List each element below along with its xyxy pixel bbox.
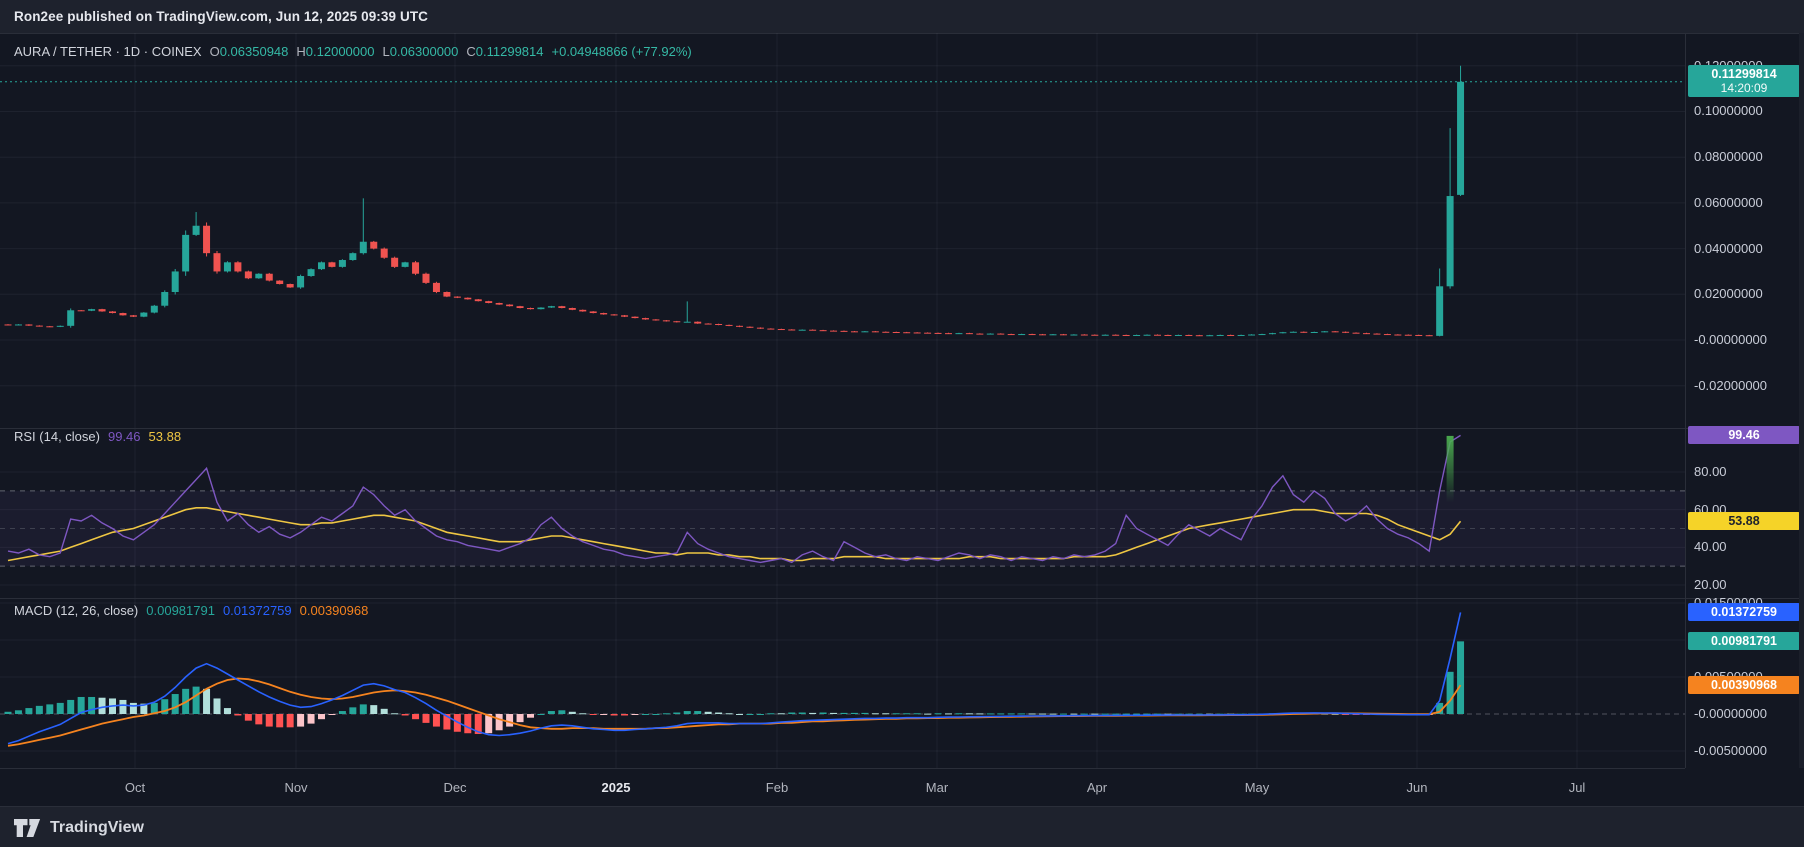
- symbol-title: AURA / TETHER · 1D · COINEX: [14, 44, 202, 59]
- axis-label: -0.00000000: [1694, 332, 1767, 348]
- rsi-indicator-plot[interactable]: [0, 428, 1685, 598]
- right-edge-strip: [1799, 33, 1804, 768]
- rsi-ma-legend-value: 53.88: [149, 429, 182, 444]
- tradingview-link[interactable]: TradingView: [14, 818, 144, 838]
- footer-bar: TradingView: [0, 806, 1804, 847]
- time-axis-month-label: Jun: [1407, 780, 1428, 795]
- time-axis-month-label: Apr: [1087, 780, 1107, 795]
- publish-header-text: Ron2ee published on TradingView.com, Jun…: [14, 9, 428, 24]
- axis-label: 0.10000000: [1694, 103, 1763, 119]
- time-axis-month-label: Mar: [926, 780, 948, 795]
- axis-label: 40.00: [1694, 539, 1727, 555]
- tradingview-brand-text: TradingView: [50, 819, 144, 837]
- rsi-legend-title: RSI (14, close): [14, 429, 100, 444]
- macd-signal-badge: 0.00390968: [1688, 676, 1800, 694]
- axis-label: -0.00500000: [1694, 743, 1767, 759]
- pane-divider[interactable]: [0, 428, 1804, 429]
- rsi-legend: RSI (14, close) 99.46 53.88: [14, 429, 181, 444]
- ohlc-high: H0.12000000: [296, 44, 374, 59]
- time-axis-month-label: Dec: [443, 780, 466, 795]
- tradingview-published-chart: Ron2ee published on TradingView.com, Jun…: [0, 0, 1804, 847]
- axis-label: 20.00: [1694, 577, 1727, 593]
- macd-indicator-plot[interactable]: [0, 598, 1685, 768]
- last-price-badge: 0.1129981414:20:09: [1688, 65, 1800, 97]
- ohlc-close: C0.11299814: [466, 44, 543, 59]
- time-axis-month-label: Jul: [1569, 780, 1586, 795]
- rsi-value-badge: 99.46: [1688, 426, 1800, 444]
- ohlc-open: O0.06350948: [210, 44, 289, 59]
- macd-legend-title: MACD (12, 26, close): [14, 603, 138, 618]
- axis-label: 80.00: [1694, 464, 1727, 480]
- time-axis-month-label: 2025: [602, 780, 631, 795]
- time-axis[interactable]: Oct Nov Dec 2025 Feb Mar Apr May Jun Jul: [0, 768, 1685, 807]
- rsi-legend-value: 99.46: [108, 429, 141, 444]
- time-axis-month-label: Feb: [766, 780, 788, 795]
- ohlc-low: L0.06300000: [382, 44, 458, 59]
- time-axis-month-label: Oct: [125, 780, 145, 795]
- price-chart-plot[interactable]: [0, 33, 1685, 428]
- axis-label: 0.08000000: [1694, 149, 1763, 165]
- axis-label: -0.02000000: [1694, 378, 1767, 394]
- macd-hist-legend-value: 0.00981791: [146, 603, 215, 618]
- macd-signal-legend-value: 0.00390968: [300, 603, 369, 618]
- time-axis-month-label: Nov: [284, 780, 307, 795]
- rsi-ma-badge: 53.88: [1688, 512, 1800, 530]
- axis-label: 0.04000000: [1694, 241, 1763, 257]
- macd-line-legend-value: 0.01372759: [223, 603, 292, 618]
- price-legend: AURA / TETHER · 1D · COINEX O0.06350948 …: [14, 44, 692, 59]
- change-value: +0.04948866 (+77.92%): [552, 44, 692, 59]
- time-axis-month-label: May: [1245, 780, 1270, 795]
- tradingview-logo-icon: [14, 818, 41, 838]
- price-axis[interactable]: 0.120000000.100000000.080000000.06000000…: [1685, 33, 1804, 768]
- publish-header: Ron2ee published on TradingView.com, Jun…: [0, 0, 1804, 34]
- pane-divider[interactable]: [0, 598, 1804, 599]
- axis-label: 0.02000000: [1694, 286, 1763, 302]
- macd-line-badge: 0.01372759: [1688, 603, 1800, 621]
- macd-legend: MACD (12, 26, close) 0.00981791 0.013727…: [14, 603, 368, 618]
- axis-label: -0.00000000: [1694, 706, 1767, 722]
- macd-hist-badge: 0.00981791: [1688, 632, 1800, 650]
- axis-label: 0.06000000: [1694, 195, 1763, 211]
